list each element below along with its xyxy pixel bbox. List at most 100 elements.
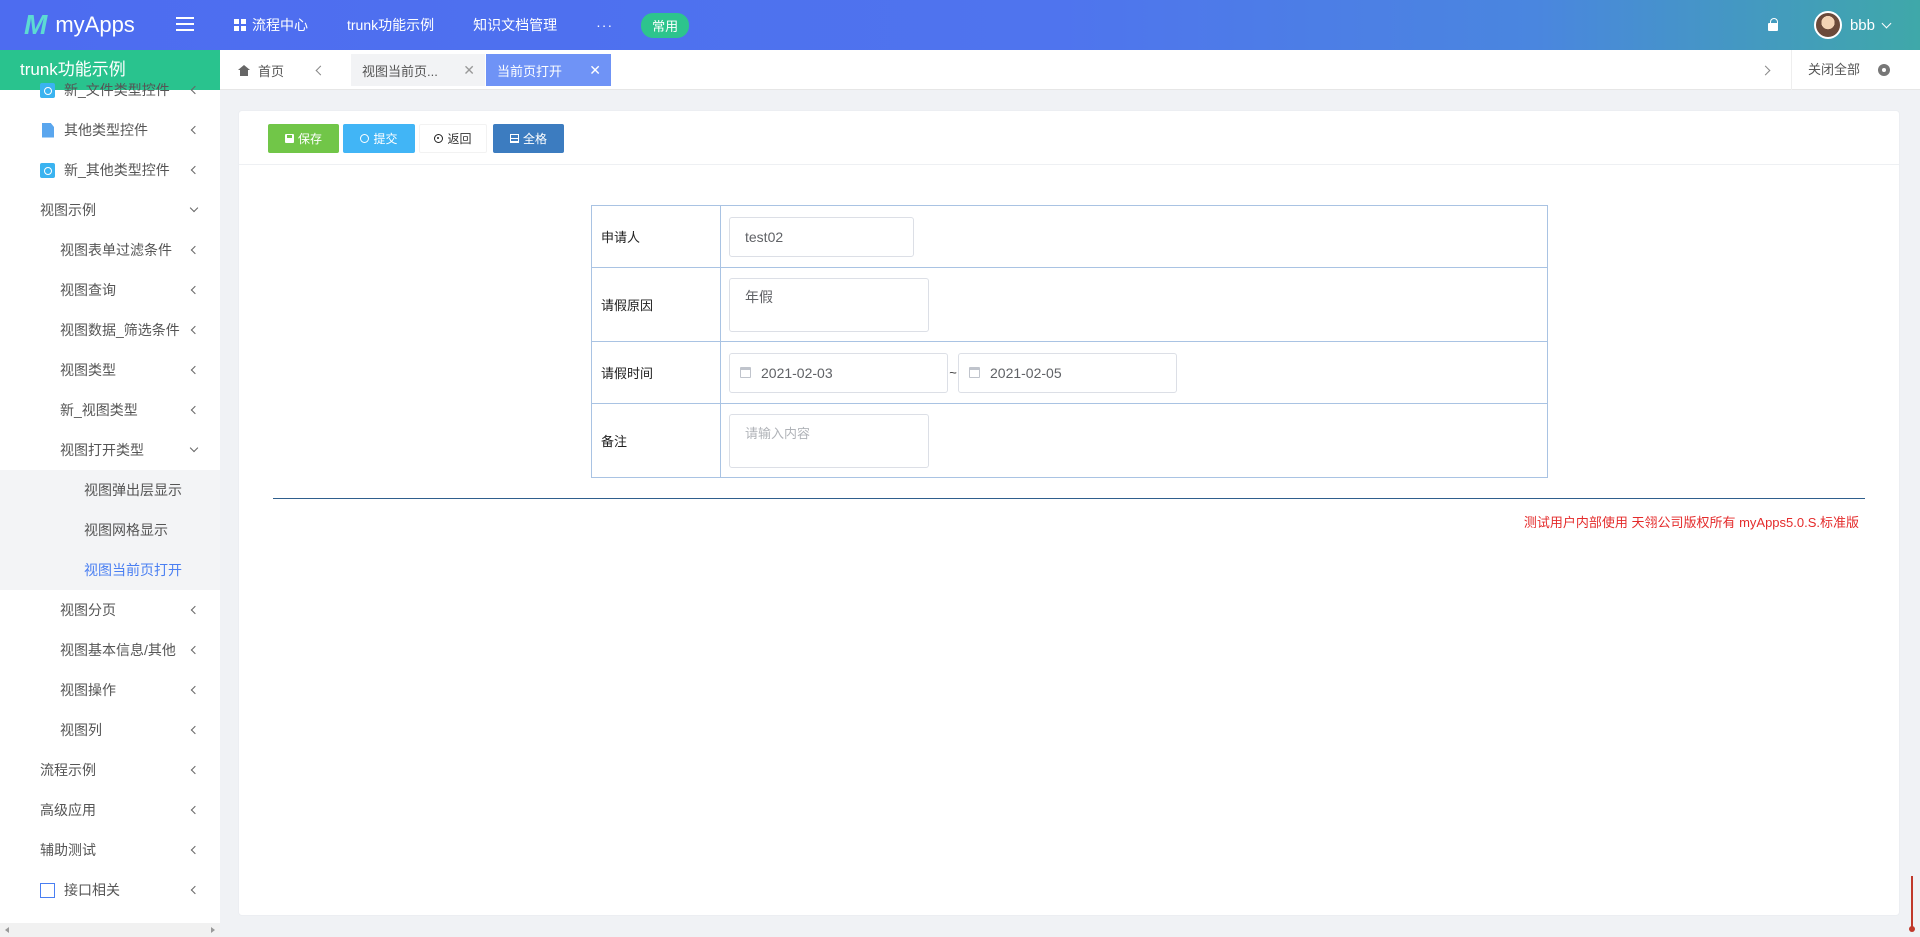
start-date-input[interactable]: 2021-02-03 xyxy=(729,352,948,393)
back-label: 返回 xyxy=(447,132,472,146)
document-icon xyxy=(42,122,54,138)
sidebar-item-advanced[interactable]: 高级应用 xyxy=(0,790,220,830)
user-area: bbb xyxy=(1767,0,1892,50)
menu-toggle-icon[interactable] xyxy=(176,17,194,33)
sidebar-item-view-basic-info[interactable]: 视图基本信息/其他 xyxy=(0,630,220,670)
back-icon xyxy=(434,134,444,143)
sidebar-item-view-form-filter[interactable]: 视图表单过滤条件 xyxy=(0,230,220,270)
chevron-left-icon xyxy=(190,285,200,295)
sidebar-item-label: 视图打开类型 xyxy=(60,442,144,458)
sidebar-item-process-examples[interactable]: 流程示例 xyxy=(0,750,220,790)
sidebar-item-view-columns[interactable]: 视图列 xyxy=(0,710,220,750)
sidebar-item-other-controls[interactable]: 其他类型控件 xyxy=(0,110,220,150)
form-row-time: 请假时间 2021-02-03 ~ 2021-02-05 xyxy=(591,341,1548,404)
form-row-reason: 请假原因 年假 xyxy=(591,267,1548,342)
sidebar-item-view-data-filter[interactable]: 视图数据_筛选条件 xyxy=(0,310,220,350)
logo-mark-icon: M xyxy=(24,9,48,40)
sidebar-horizontal-scrollbar[interactable] xyxy=(0,923,220,937)
applicant-cell: test02 xyxy=(720,205,1548,268)
sidebar-item-view-popup[interactable]: 视图弹出层显示 xyxy=(0,470,220,510)
sidebar-item-view-types[interactable]: 视图类型 xyxy=(0,350,220,390)
sidebar-item-label: 视图当前页打开 xyxy=(84,562,182,578)
sidebar-item-view-examples[interactable]: 视图示例 xyxy=(0,190,220,230)
lock-icon[interactable] xyxy=(1767,18,1778,31)
sidebar-item-label: 视图基本信息/其他 xyxy=(60,642,176,658)
app-logo[interactable]: M myApps xyxy=(24,10,135,40)
nav-item-process-center[interactable]: 流程中心 xyxy=(234,15,308,35)
date-range: 2021-02-03 ~ 2021-02-05 xyxy=(729,352,1547,393)
nav-item-trunk[interactable]: trunk功能示例 xyxy=(347,15,434,35)
sidebar-item-view-actions[interactable]: 视图操作 xyxy=(0,670,220,710)
remark-label: 备注 xyxy=(591,403,721,478)
sidebar-item-new-view-types[interactable]: 新_视图类型 xyxy=(0,390,220,430)
fullgrid-button[interactable]: 全格 xyxy=(493,124,564,153)
leave-form: 申请人 test02 请假原因 年假 请假时间 2021-02-03 ~ 202… xyxy=(591,205,1548,478)
save-button[interactable]: 保存 xyxy=(268,124,339,153)
sidebar-item-label: 视图弹出层显示 xyxy=(84,482,182,498)
tab-current-page-open[interactable]: 当前页打开 ✕ xyxy=(486,54,611,86)
sidebar-item-view-grid[interactable]: 视图网格显示 xyxy=(0,510,220,550)
applicant-label: 申请人 xyxy=(591,205,721,268)
top-nav: 流程中心 trunk功能示例 知识文档管理 ··· 常用 xyxy=(234,0,690,50)
sidebar-item-view-paging[interactable]: 视图分页 xyxy=(0,590,220,630)
sidebar-item-new-other-controls[interactable]: 新_其他类型控件 xyxy=(0,150,220,190)
form-row-applicant: 申请人 test02 xyxy=(591,205,1548,268)
nav-item-knowledge[interactable]: 知识文档管理 xyxy=(473,15,557,35)
chevron-left-icon xyxy=(190,685,200,695)
sidebar-item-view-open-types[interactable]: 视图打开类型 xyxy=(0,430,220,470)
start-date-value: 2021-02-03 xyxy=(761,364,833,381)
target-icon xyxy=(40,162,55,178)
calendar-icon xyxy=(969,367,980,378)
save-icon xyxy=(284,134,294,143)
sidebar-item-label: 高级应用 xyxy=(40,802,96,818)
close-all-tabs-button[interactable]: 关闭全部 xyxy=(1790,50,1860,90)
form-toolbar: 保存 提交 返回 全格 xyxy=(239,111,1899,165)
applicant-input[interactable]: test02 xyxy=(729,216,914,257)
sidebar-item-new-file-controls[interactable]: 新_文件类型控件 xyxy=(0,70,220,110)
sidebar-item-view-query[interactable]: 视图查询 xyxy=(0,270,220,310)
chevron-left-icon xyxy=(190,725,200,735)
tab-view-current-page[interactable]: 视图当前页... ✕ xyxy=(351,54,485,86)
chevron-left-icon xyxy=(190,885,200,895)
more-icon[interactable]: ··· xyxy=(596,17,613,33)
chevron-left-icon xyxy=(190,605,200,615)
chevron-down-icon[interactable] xyxy=(1881,18,1892,28)
top-bar: M myApps 流程中心 trunk功能示例 知识文档管理 ··· 常用 bb… xyxy=(0,0,1920,50)
scroll-left-icon[interactable] xyxy=(5,927,9,933)
home-icon xyxy=(238,64,250,76)
chevron-right-icon xyxy=(1760,65,1770,75)
close-icon[interactable]: ✕ xyxy=(463,62,475,79)
chevron-down-icon xyxy=(189,443,199,453)
chevron-left-icon xyxy=(190,165,200,175)
sidebar-item-aux-testing[interactable]: 辅助测试 xyxy=(0,830,220,870)
reason-cell: 年假 xyxy=(720,267,1548,342)
end-date-value: 2021-02-05 xyxy=(990,364,1062,381)
back-button[interactable]: 返回 xyxy=(419,124,487,153)
sidebar-item-label: 视图数据_筛选条件 xyxy=(60,322,180,338)
chevron-down-icon xyxy=(189,203,199,213)
sidebar-item-label: 新_其他类型控件 xyxy=(64,162,170,178)
close-icon[interactable]: ✕ xyxy=(589,62,601,79)
avatar[interactable] xyxy=(1813,11,1842,39)
tab-home[interactable]: 首页 xyxy=(238,50,284,90)
remark-textarea[interactable]: 请输入内容 xyxy=(729,413,929,468)
sidebar-item-interfaces[interactable]: 接口相关 xyxy=(0,870,220,910)
username[interactable]: bbb xyxy=(1850,17,1875,34)
common-badge[interactable]: 常用 xyxy=(641,12,690,38)
app-name: myApps xyxy=(55,12,135,37)
sidebar-item-view-current-page[interactable]: 视图当前页打开 xyxy=(0,550,220,590)
submit-button[interactable]: 提交 xyxy=(343,124,415,153)
check-circle-icon xyxy=(360,134,370,143)
chevron-left-icon xyxy=(190,645,200,655)
chevron-left-icon xyxy=(190,245,200,255)
tabs-next-button[interactable] xyxy=(1755,50,1775,90)
gear-icon[interactable] xyxy=(1878,64,1890,76)
date-separator: ~ xyxy=(949,365,957,380)
reason-textarea[interactable]: 年假 xyxy=(729,277,929,332)
submit-label: 提交 xyxy=(373,132,398,146)
end-date-input[interactable]: 2021-02-05 xyxy=(958,352,1177,393)
scroll-right-icon[interactable] xyxy=(211,927,215,933)
tabs-prev-button[interactable] xyxy=(310,50,330,90)
grid-icon xyxy=(234,19,246,31)
chevron-left-icon xyxy=(190,805,200,815)
